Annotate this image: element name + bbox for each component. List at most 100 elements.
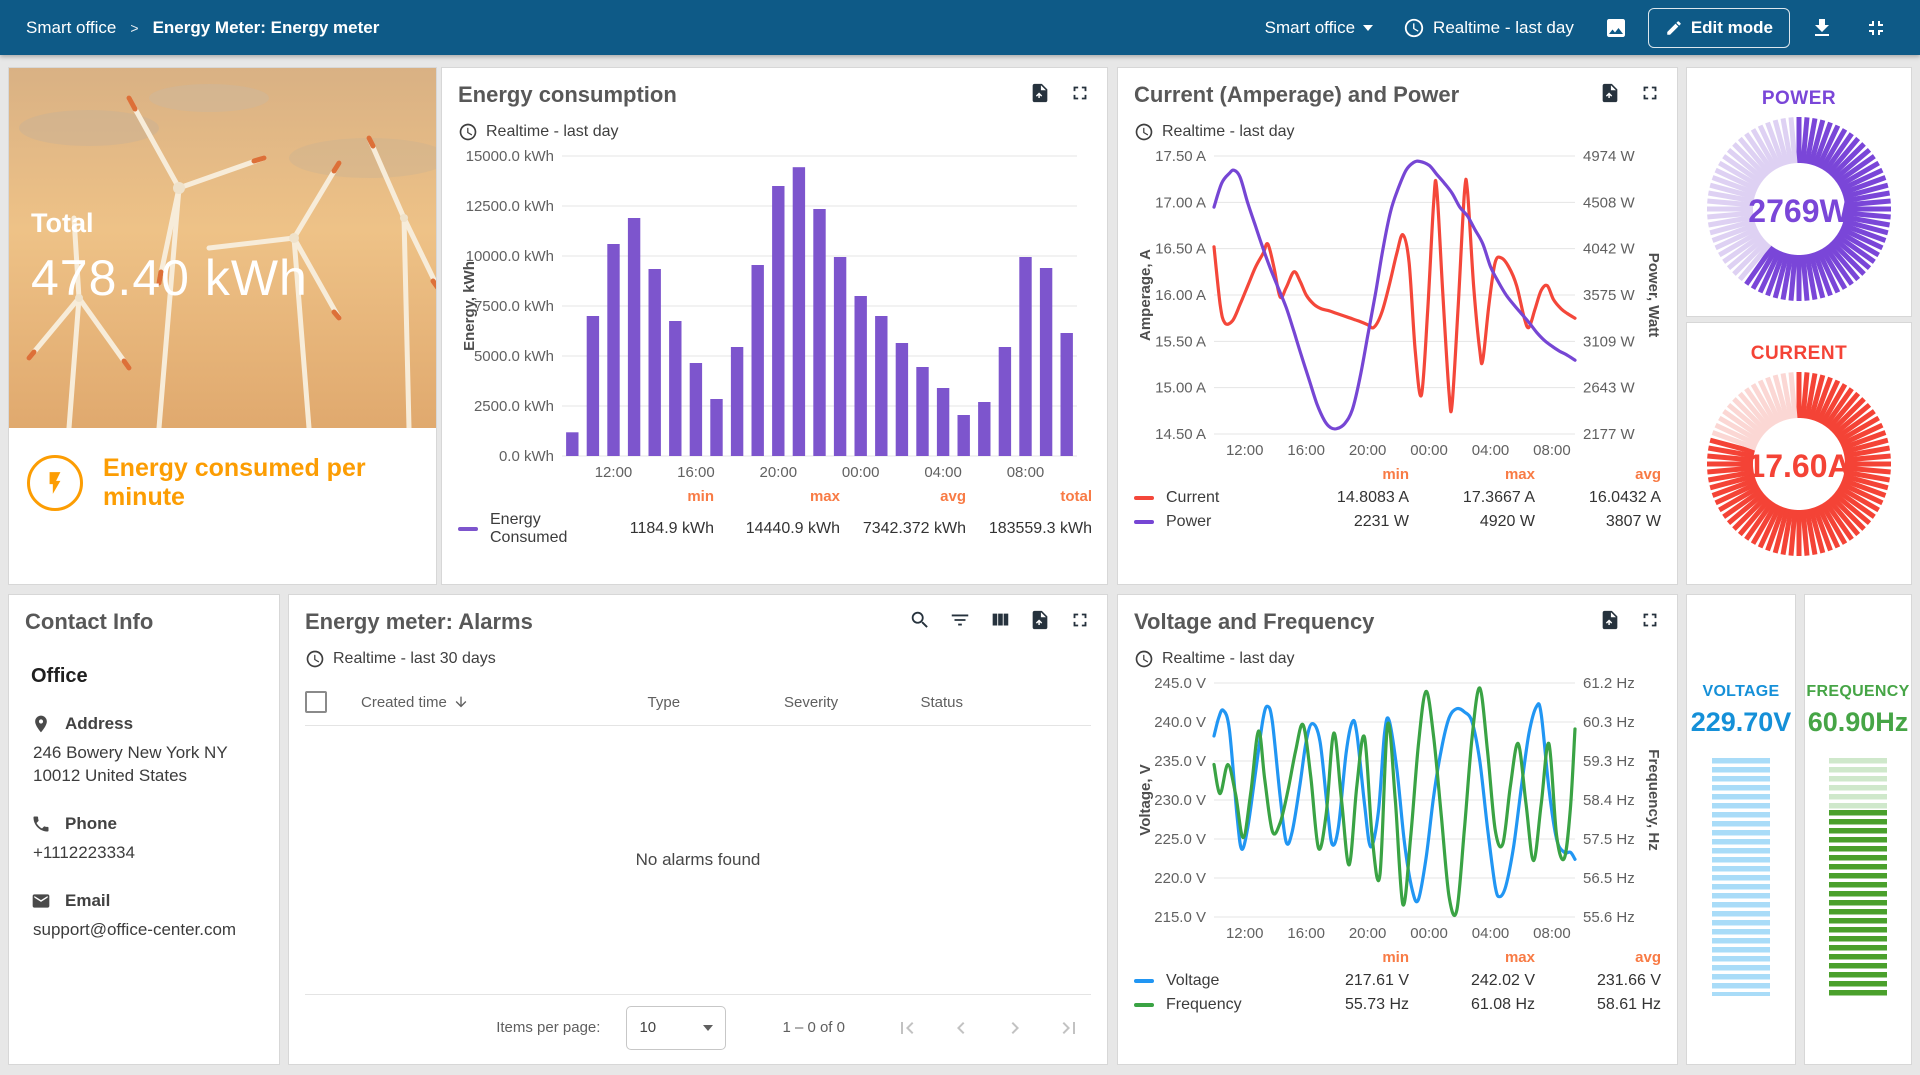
export-icon[interactable]: [1029, 609, 1051, 631]
legend-stat-header: total: [966, 488, 1092, 505]
filter-icon[interactable]: [949, 609, 971, 631]
bar: [752, 265, 764, 456]
created-time-label: Created time: [361, 694, 447, 711]
bar: [999, 347, 1011, 456]
tick-label: 0.0 kWh: [499, 448, 554, 465]
alarms-widget: Energy meter: Alarms Realtime - last 30 …: [288, 594, 1108, 1065]
phone-value: +1112223334: [33, 842, 263, 865]
widget-title: Current (Amperage) and Power: [1134, 82, 1459, 108]
tick-label: 230.0 V: [1154, 792, 1206, 809]
bar: [834, 257, 846, 456]
fullscreen-icon[interactable]: [1069, 609, 1091, 631]
breadcrumb-current: Energy Meter: Energy meter: [153, 18, 380, 38]
contact-email: Email support@office-center.com: [31, 891, 263, 942]
bar: [669, 321, 681, 456]
bar: [566, 432, 578, 456]
legend-series-label[interactable]: Voltage: [1134, 972, 1283, 990]
legend-stat-value: 61.08 Hz: [1409, 996, 1535, 1014]
current-power-svg: 17.50 A4974 W17.00 A4508 W16.50 A4042 W1…: [1134, 146, 1661, 462]
tick-label: 08:00: [1007, 464, 1045, 481]
tick-label: 2177 W: [1583, 426, 1636, 443]
consumed-caption: Energy consumed per minute: [103, 454, 418, 512]
timewindow-button[interactable]: Realtime - last day: [1393, 9, 1584, 47]
legend-stat-value: 55.73 Hz: [1283, 996, 1409, 1014]
tick-label: 16:00: [1287, 925, 1325, 942]
select-all-checkbox[interactable]: [305, 691, 327, 713]
tick-label: 15.50 A: [1155, 333, 1206, 350]
widget-timewindow[interactable]: Realtime - last day: [458, 122, 1091, 142]
tick-label: 04:00: [1472, 442, 1510, 459]
export-icon[interactable]: [1029, 82, 1051, 104]
legend-stat-value: 58.61 Hz: [1535, 996, 1661, 1014]
legend-stat-value: 2231 W: [1283, 513, 1409, 531]
voltage-level-gauge: [1712, 758, 1770, 996]
breadcrumb-root[interactable]: Smart office: [26, 18, 116, 38]
total-label: Total: [31, 208, 308, 239]
clock-icon: [1403, 17, 1425, 39]
tick-label: 2500.0 kWh: [474, 398, 554, 415]
bar: [607, 244, 619, 456]
email-label: Email: [65, 891, 110, 911]
consumed-caption-row: Energy consumed per minute: [9, 428, 436, 512]
columns-icon[interactable]: [989, 609, 1011, 631]
column-type[interactable]: Type: [648, 694, 784, 711]
legend-series-label[interactable]: Power: [1134, 513, 1283, 531]
bar: [1019, 257, 1031, 456]
exit-fullscreen-button[interactable]: [1854, 8, 1898, 48]
items-per-page-select[interactable]: 10: [626, 1006, 726, 1050]
dashboard-page: Smart office > Energy Meter: Energy mete…: [0, 0, 1920, 1075]
entity-select[interactable]: Smart office: [1255, 10, 1383, 46]
bar: [628, 218, 640, 456]
fullscreen-exit-icon: [1864, 16, 1888, 40]
tick-label: 20:00: [1349, 442, 1387, 459]
first-page-icon[interactable]: [895, 1016, 919, 1040]
download-button[interactable]: [1800, 8, 1844, 48]
bar: [793, 167, 805, 456]
bar: [855, 296, 867, 456]
tick-label: 215.0 V: [1154, 909, 1206, 926]
widget-title: Voltage and Frequency: [1134, 609, 1374, 635]
widget-timewindow[interactable]: Realtime - last day: [1134, 649, 1661, 669]
legend-stat-header: avg: [1535, 466, 1661, 483]
level-gauge-fill: [1829, 810, 1887, 996]
widget-timewindow[interactable]: Realtime - last day: [1134, 122, 1661, 142]
tick-label: 58.4 Hz: [1583, 792, 1635, 809]
frequency-gauge-widget: FREQUENCY 60.90Hz: [1804, 594, 1912, 1065]
fullscreen-icon[interactable]: [1069, 82, 1091, 104]
edit-mode-button[interactable]: Edit mode: [1648, 8, 1790, 48]
voltage-gauge-value: 229.70V: [1691, 707, 1792, 738]
clock-icon: [305, 649, 325, 669]
tick-label: 12:00: [1226, 925, 1264, 942]
search-icon[interactable]: [909, 609, 931, 631]
bar: [896, 343, 908, 456]
tick-label: 14.50 A: [1155, 426, 1206, 443]
next-page-icon[interactable]: [1003, 1016, 1027, 1040]
export-icon[interactable]: [1599, 82, 1621, 104]
energy-svg: 15000.0 kWh12500.0 kWh10000.0 kWh7500.0 …: [458, 146, 1091, 484]
widget-title: Energy meter: Alarms: [305, 609, 533, 635]
total-energy-widget: Total 478.40 kWh Energy consumed per min…: [8, 67, 437, 585]
legend-stat-value: 217.61 V: [1283, 972, 1409, 990]
legend-series-label[interactable]: Energy Consumed: [458, 511, 588, 547]
legend-series-label[interactable]: Frequency: [1134, 996, 1283, 1014]
axis-title: Amperage, A: [1137, 249, 1154, 341]
bar: [875, 316, 887, 456]
email-icon: [31, 891, 51, 911]
last-page-icon[interactable]: [1057, 1016, 1081, 1040]
screenshot-button[interactable]: [1594, 8, 1638, 48]
fullscreen-icon[interactable]: [1639, 609, 1661, 631]
fullscreen-icon[interactable]: [1639, 82, 1661, 104]
column-created-time[interactable]: Created time: [361, 694, 648, 711]
bar: [690, 363, 702, 456]
tick-label: 59.3 Hz: [1583, 753, 1635, 770]
export-icon[interactable]: [1599, 609, 1621, 631]
column-severity[interactable]: Severity: [784, 694, 920, 711]
column-status[interactable]: Status: [920, 694, 1091, 711]
tick-label: 4974 W: [1583, 148, 1636, 165]
bar: [710, 399, 722, 456]
tick-label: 16.00 A: [1155, 287, 1206, 304]
legend-series-label[interactable]: Current: [1134, 489, 1283, 507]
previous-page-icon[interactable]: [949, 1016, 973, 1040]
widget-timewindow[interactable]: Realtime - last 30 days: [305, 649, 1091, 669]
bar: [649, 269, 661, 456]
